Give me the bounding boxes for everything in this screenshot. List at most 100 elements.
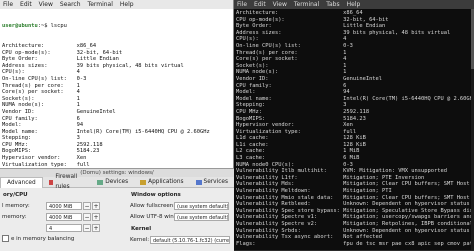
terminal-line: Vendor ID: GenuineIntel [236, 75, 383, 82]
tab-advanced[interactable]: Advanced [0, 176, 43, 188]
terminal-line: Vendor ID: GenuineIntel [2, 108, 116, 115]
memory-cpu-pane: ory/CPU l memory: 4000 MiB − + memory: 4… [0, 188, 128, 251]
terminal-line: Core(s) per socket: 4 [236, 56, 347, 63]
terminal-line: Address sizes: 39 bits physical, 48 bits… [236, 29, 451, 36]
menu-edit[interactable]: Edit [254, 0, 266, 9]
memory-balancing-row: e in memory balancing [0, 233, 128, 244]
terminal-line: NUMA node(s): 1 [2, 102, 80, 109]
max-memory-field[interactable]: 4000 MiB [46, 212, 82, 221]
kernel-section-title: Kernel [131, 226, 152, 232]
terminal-line: CPU family: 6 [236, 82, 347, 89]
terminal-line: Model name: Intel(R) Core(TM) i5-6440HQ … [2, 128, 210, 135]
max-memory-increment[interactable]: + [92, 212, 100, 221]
prompt-line: user@ubuntu:~$ lscpu [2, 23, 210, 30]
max-memory-decrement[interactable]: − [83, 212, 91, 221]
terminal-line: BogoMIPS: 5184.23 [236, 115, 366, 122]
allow-utf8-label: Allow UTF-8 window titles: [130, 213, 174, 220]
menu-tabs[interactable]: Tabs [326, 0, 339, 9]
tab-advanced-label: Advanced [7, 179, 36, 186]
terminal-line: L1i cache: 128 KiB [236, 141, 366, 148]
allow-fullscreen-select[interactable]: (use system default) [174, 201, 229, 210]
left-terminal-output[interactable]: user@ubuntu:~$ lscpu Architecture: x86_6… [2, 10, 210, 168]
terminal-line: Thread(s) per core: 1 [236, 49, 347, 56]
left-terminal-window[interactable]: File Edit View Search Terminal Help user… [0, 0, 234, 168]
allow-fullscreen-row: Allow fullscreen: (use system default) [128, 200, 234, 211]
vcpu-decrement[interactable]: − [83, 223, 91, 232]
terminal-line: Byte Order: Little Endian [236, 23, 386, 30]
terminal-line: On-line CPU(s) list: 0-3 [236, 42, 353, 49]
menu-help[interactable]: Help [347, 0, 361, 9]
services-icon [195, 179, 202, 185]
terminal-line: L1d cache: 128 KiB [236, 135, 366, 142]
devices-icon [97, 179, 104, 185]
right-terminal-window[interactable]: File Edit View Terminal Tabs Help Archit… [234, 0, 474, 250]
right-terminal-output[interactable]: Architecture: x86_64 CPU op-mode(s): 32-b… [236, 10, 474, 247]
vcpu-increment[interactable]: + [92, 223, 100, 232]
initial-memory-row: l memory: 4000 MiB − + [0, 200, 128, 211]
terminal-line: Hypervisor vendor: Xen [236, 122, 353, 129]
prompt-command: :~$ lscpu [37, 23, 67, 30]
terminal-line: Address sizes: 39 bits physical, 48 bits… [2, 62, 184, 69]
terminal-line: CPU family: 6 [2, 115, 80, 122]
kernel-label: Kernel: [130, 236, 150, 243]
menu-view[interactable]: View [273, 0, 287, 9]
initial-memory-increment[interactable]: + [92, 201, 100, 210]
terminal-line: Thread(s) per core: 1 [2, 82, 80, 89]
applications-icon [140, 179, 147, 185]
firewall-icon [48, 179, 54, 185]
vcpu-row: 4 − + [0, 222, 128, 233]
terminal-line: Vulnerability L1tf: Mitigation; PTE Inve… [236, 174, 425, 181]
menu-terminal[interactable]: Terminal [294, 0, 319, 9]
allow-utf8-select[interactable]: (use system default) [174, 212, 229, 221]
terminal-line: Model: 94 [236, 89, 350, 96]
initial-memory-field[interactable]: 4000 MiB [46, 201, 82, 210]
terminal-line: CPU op-mode(s): 32-bit, 64-bit [236, 16, 389, 23]
terminal-line: Vulnerability Mmio stale data: Mitigatio… [236, 194, 474, 201]
terminal-line: On-line CPU(s) list: 0-3 [2, 75, 87, 82]
terminal-line: Architecture: x86_64 [2, 42, 97, 49]
terminal-line: CPU MHz: 2592.118 [2, 141, 103, 148]
settings-tabs: Advanced Firewall rules Devices Applicat… [0, 174, 234, 190]
terminal-line: Vulnerability Mds: Mitigation; Clear CPU… [236, 181, 474, 188]
kernel-select[interactable]: default (5.10.76-1.fc32) (current) [150, 235, 230, 244]
terminal-line: Vulnerability Itlb multihit: KVM: Mitiga… [236, 168, 447, 175]
terminal-line: Hypervisor vendor: Xen [2, 155, 87, 162]
tab-services-label: Services [203, 179, 228, 185]
max-memory-label: memory: [2, 213, 27, 220]
menu-edit[interactable]: Edit [20, 0, 32, 9]
window-options-title: Window options [131, 192, 181, 198]
memory-balancing-label: e in memory balancing [11, 235, 75, 242]
vm-settings-window[interactable]: (Domu) settings: windows/ Advanced Firew… [0, 168, 234, 251]
terminal-line: CPU MHz: 2592.118 [236, 108, 370, 115]
allow-utf8-row: Allow UTF-8 window titles: (use system d… [128, 211, 234, 222]
tab-applications[interactable]: Applications [134, 177, 189, 187]
tab-devices-label: Devices [105, 179, 129, 185]
terminal-line: Vulnerability Srbds: Unknown: Dependent … [236, 227, 470, 234]
menu-file[interactable]: File [237, 0, 247, 9]
memory-cpu-section-title: ory/CPU [3, 192, 28, 198]
terminal-line: Model: 94 [2, 122, 84, 129]
tab-services[interactable]: Services [190, 177, 234, 187]
terminal-line: BogoMIPS: 5184.23 [2, 148, 100, 155]
menu-file[interactable]: File [3, 0, 13, 9]
terminal-line: Stepping: 3 [236, 102, 347, 109]
menu-help[interactable]: Help [120, 0, 134, 9]
tab-devices[interactable]: Devices [91, 177, 134, 187]
memory-balancing-checkbox[interactable] [2, 235, 9, 242]
terminal-line: Vulnerability Spectre v1: Mitigation; us… [236, 214, 473, 221]
terminal-line: Byte Order: Little Endian [2, 56, 119, 63]
menu-search[interactable]: Search [60, 0, 81, 9]
kernel-row: Kernel: default (5.10.76-1.fc32) (curren… [128, 234, 234, 245]
tab-applications-label: Applications [148, 179, 184, 185]
window-options-pane: Window options Allow fullscreen: (use sy… [128, 188, 234, 251]
menu-terminal[interactable]: Terminal [88, 0, 113, 9]
vcpu-field[interactable]: 4 [46, 223, 82, 232]
prompt-user: user@ubuntu [2, 23, 38, 30]
initial-memory-decrement[interactable]: − [83, 201, 91, 210]
terminal-line: CPU(s): 4 [236, 36, 347, 43]
tab-firewall-rules[interactable]: Firewall rules [43, 174, 92, 190]
menu-view[interactable]: View [39, 0, 53, 9]
terminal-line: CPU op-mode(s): 32-bit, 64-bit [2, 49, 123, 56]
terminal-line: Core(s) per socket: 4 [2, 89, 80, 96]
terminal-line: Vulnerability Tsx async abort: Not affec… [236, 234, 383, 241]
